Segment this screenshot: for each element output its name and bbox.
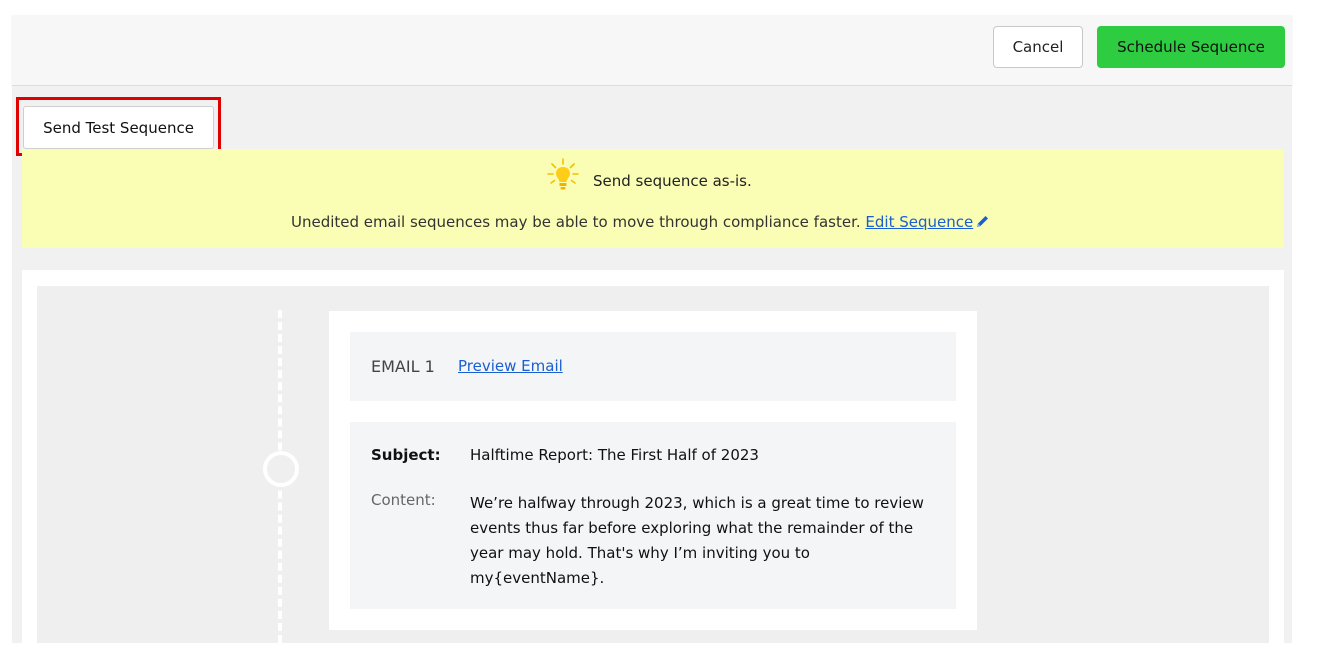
banner-message: Unedited email sequences may be able to …: [291, 213, 990, 231]
lightbulb-icon: [547, 158, 579, 190]
banner-message-text: Unedited email sequences may be able to …: [291, 213, 861, 231]
top-toolbar: Cancel Schedule Sequence: [12, 15, 1292, 86]
edit-sequence-label[interactable]: Edit Sequence: [865, 213, 973, 231]
subject-label: Subject:: [371, 446, 441, 464]
edit-sequence-link[interactable]: Edit Sequence: [865, 213, 990, 231]
preview-email-link[interactable]: Preview Email: [458, 357, 563, 375]
send-test-sequence-button[interactable]: Send Test Sequence: [23, 106, 214, 149]
schedule-sequence-button[interactable]: Schedule Sequence: [1097, 26, 1285, 68]
banner-title: Send sequence as-is.: [593, 172, 752, 190]
subject-value: Halftime Report: The First Half of 2023: [470, 446, 759, 464]
email-label: EMAIL 1: [371, 357, 435, 376]
timeline-node: [263, 451, 299, 487]
email-card-header: [350, 332, 956, 401]
cancel-button[interactable]: Cancel: [993, 26, 1083, 68]
pencil-icon: [977, 216, 989, 227]
info-banner: [22, 149, 1284, 248]
content-value: We’re halfway through 2023, which is a g…: [470, 494, 924, 587]
content-label: Content:: [371, 491, 436, 509]
